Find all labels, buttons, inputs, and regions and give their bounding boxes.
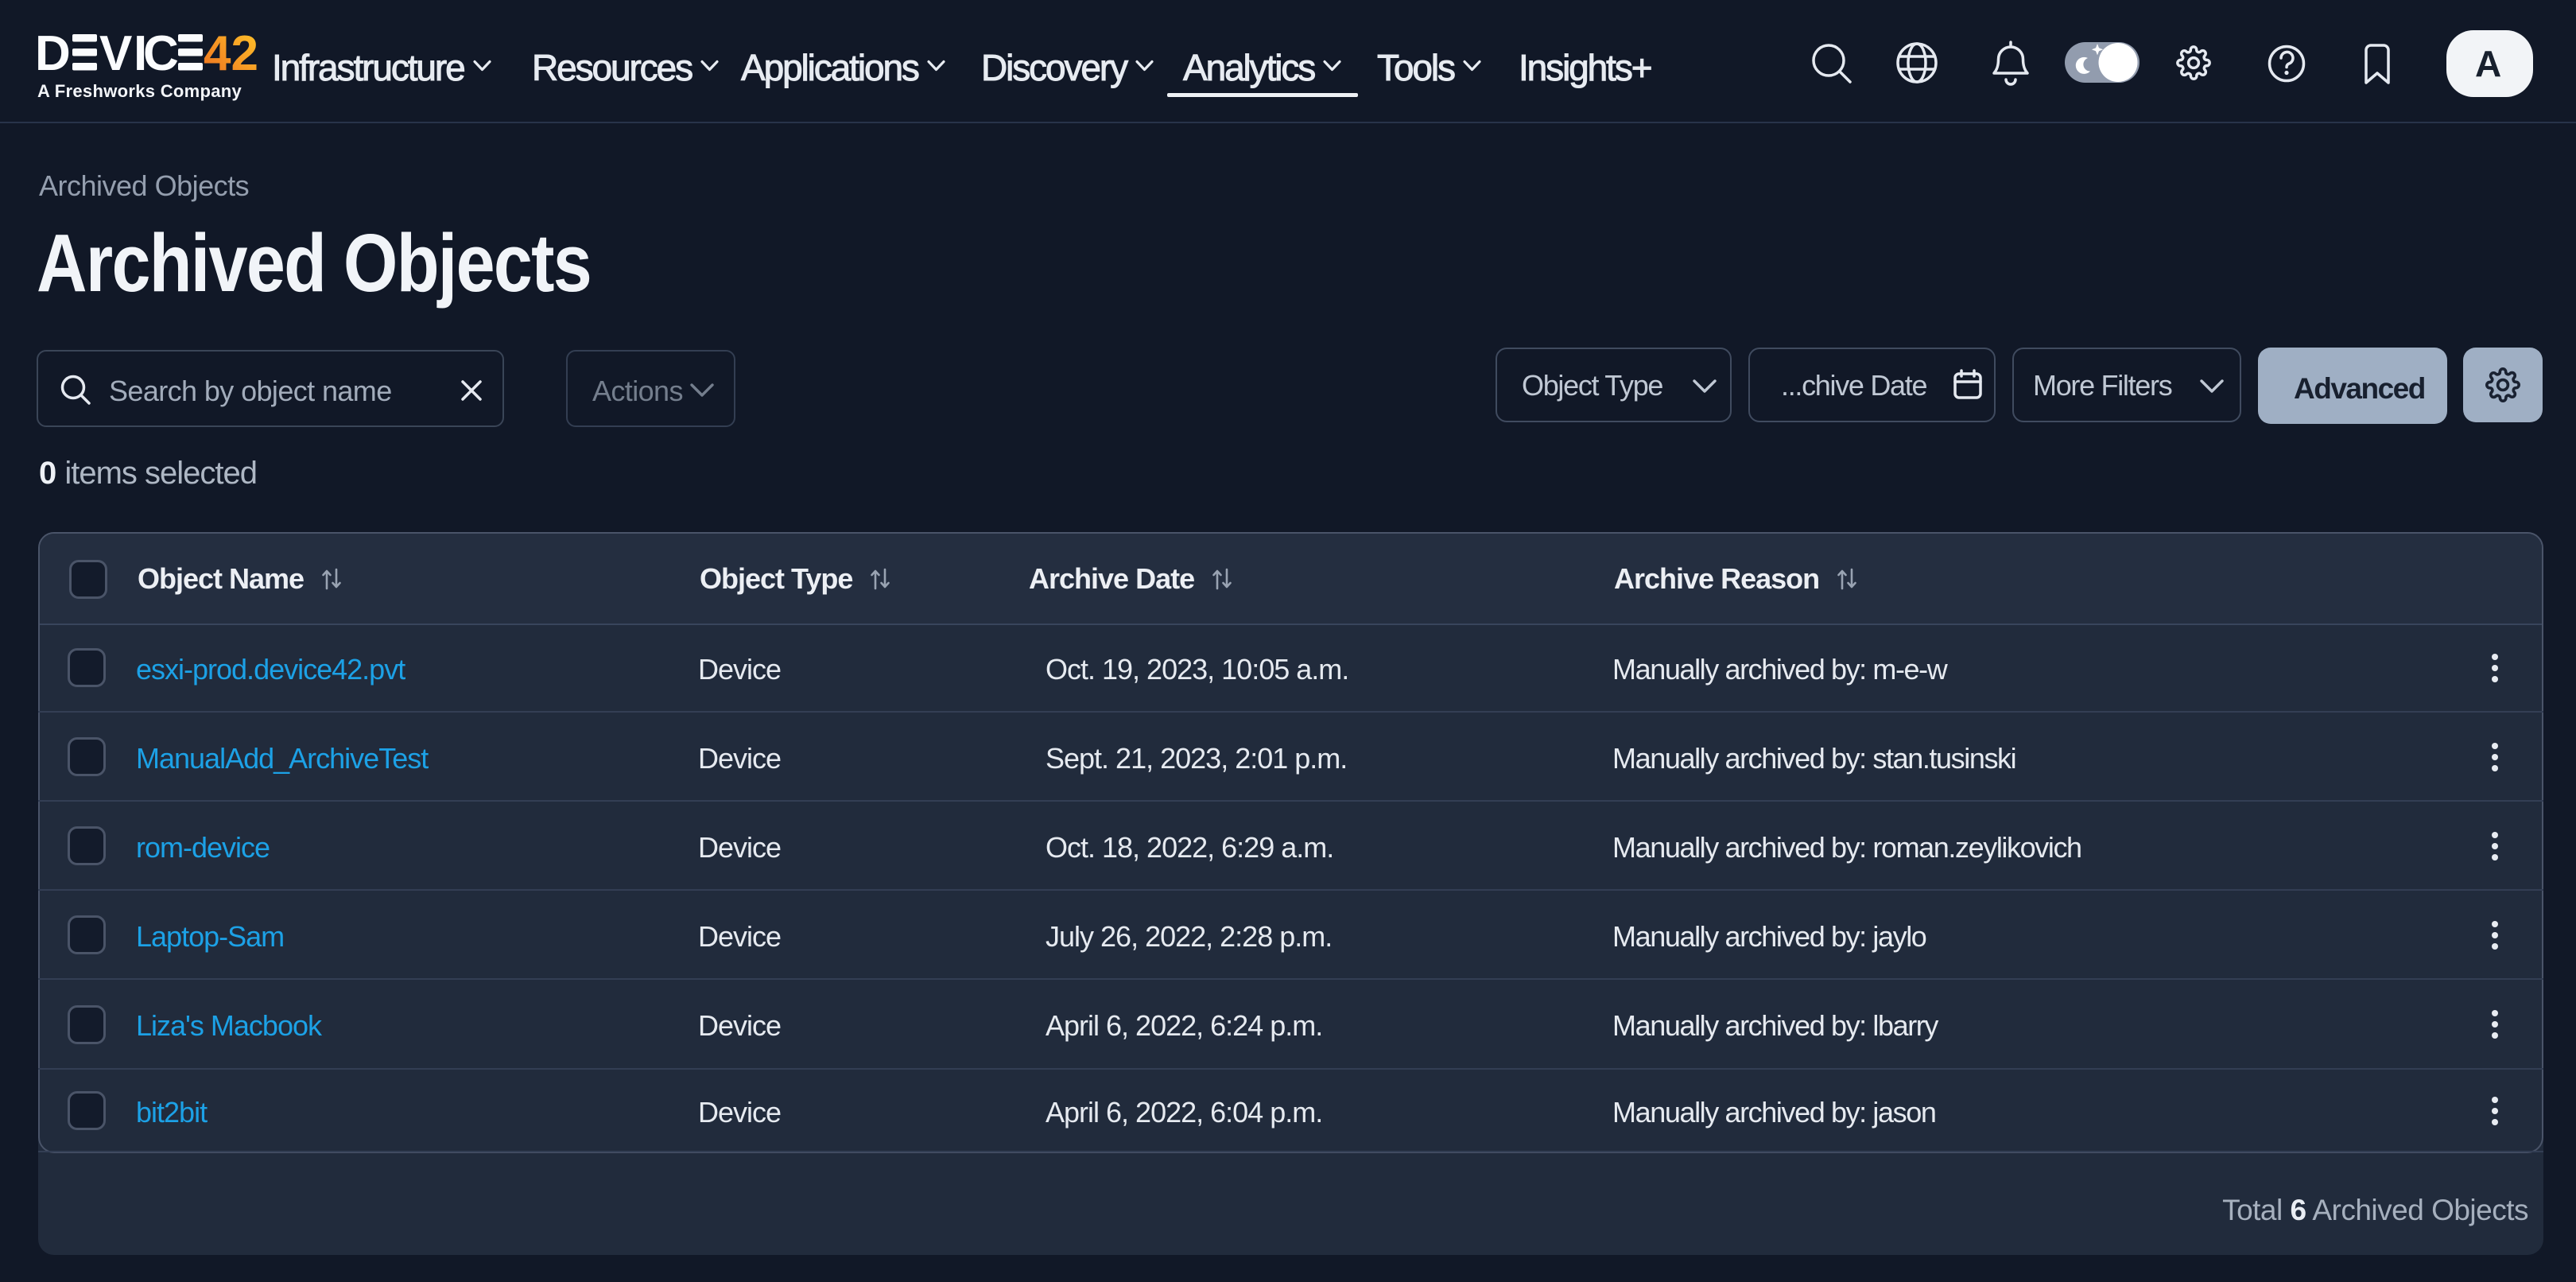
svg-text:42: 42 [204,30,258,81]
svg-text:V: V [99,30,132,81]
svg-text:D: D [35,30,71,81]
svg-text:C: C [143,30,179,81]
svg-text:A: A [2475,43,2501,84]
svg-text:A Freshworks Company: A Freshworks Company [37,81,242,101]
